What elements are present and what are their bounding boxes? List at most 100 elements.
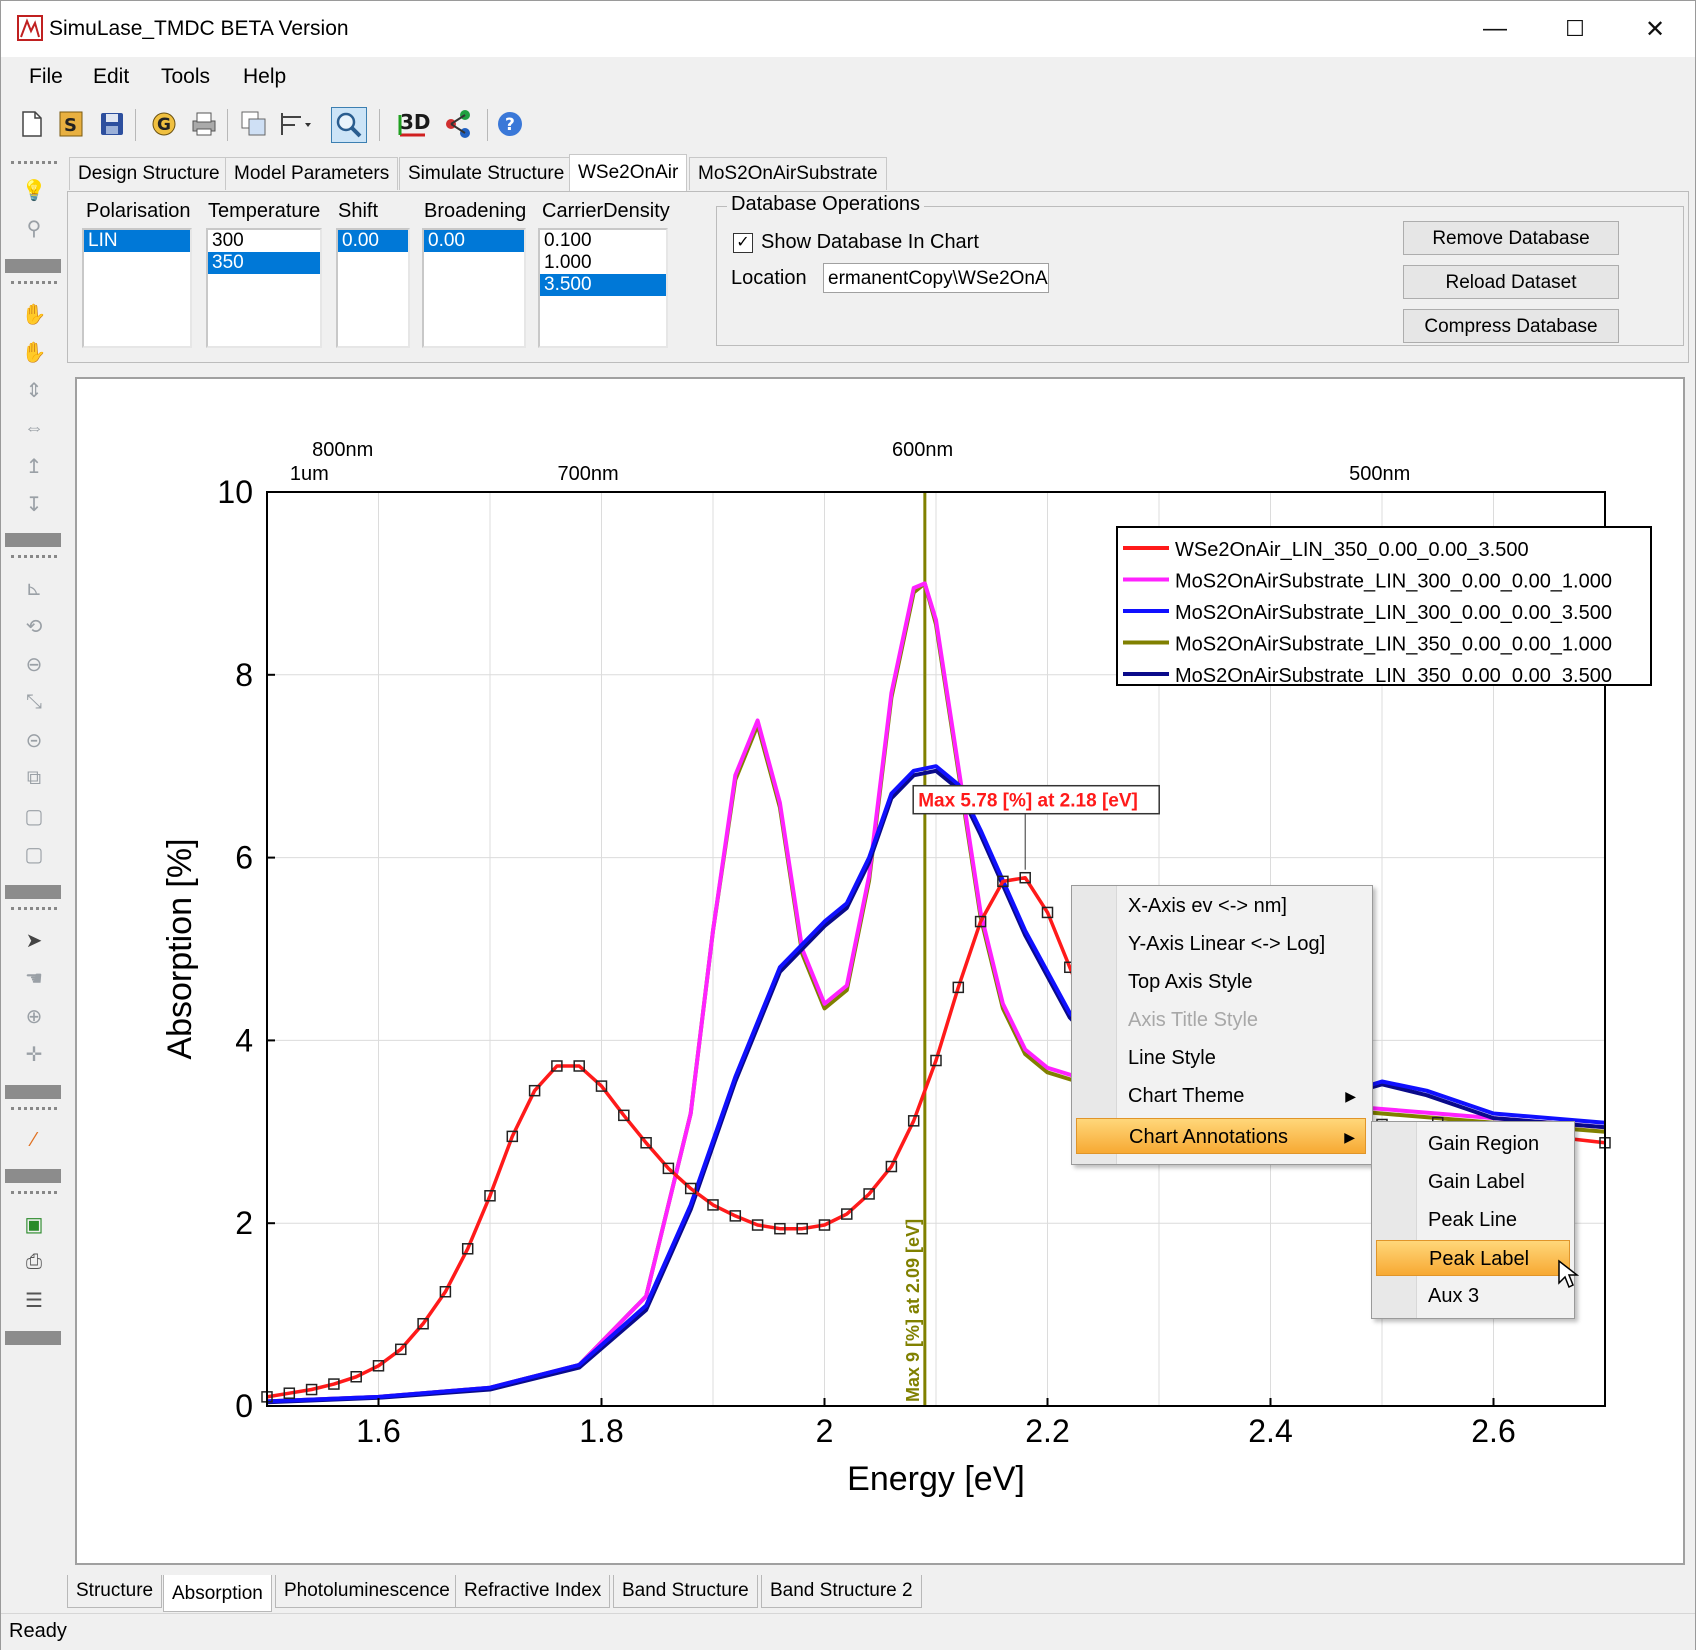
frame-icon[interactable]: ▢ [19, 801, 49, 831]
share-icon[interactable] [441, 107, 475, 141]
stretch-up-icon[interactable]: ↥ [19, 451, 49, 481]
tab-absorption[interactable]: Absorption [163, 1575, 272, 1612]
toolbar-grip [11, 555, 57, 562]
list-item[interactable]: 0.00 [424, 230, 524, 252]
top-axis-label: 500nm [1349, 463, 1410, 485]
tab-structure[interactable]: Structure [67, 1575, 163, 1608]
toolbar-separator [5, 1085, 61, 1099]
zoom-in-icon[interactable]: ⊕ [19, 1001, 49, 1031]
menu-item-line-style[interactable]: Line Style [1076, 1040, 1366, 1076]
compress-database-button[interactable]: Compress Database [1403, 309, 1619, 343]
legend-entry[interactable]: MoS2OnAirSubstrate_LIN_300_0.00_0.00_1.0… [1175, 571, 1612, 593]
line-style-icon[interactable]: ⁄ [19, 1125, 49, 1155]
scale-horizontal-icon[interactable]: ⇔ [19, 413, 49, 443]
hand-icon[interactable]: ☚ [19, 963, 49, 993]
close-button[interactable]: ✕ [1615, 1, 1695, 57]
menu-item-top-axis-style[interactable]: Top Axis Style [1076, 964, 1366, 1000]
list-item[interactable]: 3.500 [540, 274, 666, 296]
print-icon[interactable] [187, 107, 221, 141]
tab-photoluminescence[interactable]: Photoluminescence [275, 1575, 459, 1608]
remove-database-button[interactable]: Remove Database [1403, 221, 1619, 255]
chart-canvas[interactable]: Max 9 [%] at 2.09 [eV] 1.6 1.8 2 2.2 2.4 2.6 0… [77, 379, 1683, 1563]
menu-item-peak-label[interactable]: Peak Label [1376, 1240, 1570, 1276]
pin-icon[interactable]: ⚲ [19, 213, 49, 243]
list-item[interactable]: 1.000 [540, 252, 666, 274]
minimize-button[interactable]: — [1455, 1, 1535, 57]
axis-x-icon[interactable]: ⤡ [19, 687, 49, 717]
axis-settings-icon[interactable] [277, 107, 311, 141]
copy-icon[interactable]: ⧉ [19, 763, 49, 793]
image-icon[interactable]: ▣ [19, 1209, 49, 1239]
stretch-down-icon[interactable]: ↧ [19, 489, 49, 519]
menu-item-aux-3[interactable]: Aux 3 [1376, 1278, 1570, 1314]
menu-edit[interactable]: Edit [93, 65, 129, 89]
legend-entry[interactable]: MoS2OnAirSubstrate_LIN_350_0.00_0.00_1.0… [1175, 634, 1612, 656]
list-item[interactable]: 0.100 [540, 230, 666, 252]
light-bulb-icon[interactable]: 💡 [19, 175, 49, 205]
scale-vertical-icon[interactable]: ⇕ [19, 375, 49, 405]
menu-file[interactable]: File [29, 65, 63, 89]
polarisation-list[interactable]: LIN [82, 228, 192, 348]
rotate-left-icon[interactable]: ✋ [19, 299, 49, 329]
location-field[interactable]: ermanentCopy\WSe2OnAir [823, 263, 1049, 293]
list-item[interactable]: 300 [208, 230, 320, 252]
tab-simulate-structure[interactable]: Simulate Structure [399, 157, 574, 190]
new-document-icon[interactable] [15, 107, 49, 141]
tab-refractive-index[interactable]: Refractive Index [455, 1575, 611, 1608]
legend-entry[interactable]: WSe2OnAir_LIN_350_0.00_0.00_3.500 [1175, 539, 1529, 561]
box-dropdown-icon[interactable]: ▢ [19, 839, 49, 869]
menu-item-gain-label[interactable]: Gain Label [1376, 1164, 1570, 1200]
list-item[interactable]: 0.00 [338, 230, 408, 252]
calculate-icon[interactable]: G [147, 107, 181, 141]
tab-band-structure[interactable]: Band Structure [613, 1575, 758, 1608]
temperature-list[interactable]: 300 350 [206, 228, 322, 348]
document-icon[interactable]: ☰ [19, 1285, 49, 1315]
y-tick-label: 8 [235, 657, 253, 693]
broadening-list[interactable]: 0.00 [422, 228, 526, 348]
tab-band-structure-2[interactable]: Band Structure 2 [761, 1575, 922, 1608]
menu-item-gain-region[interactable]: Gain Region [1376, 1126, 1570, 1162]
save-as-icon[interactable]: S [55, 107, 89, 141]
carrier-density-list[interactable]: 0.100 1.000 3.500 [538, 228, 668, 348]
legend-entry[interactable]: MoS2OnAirSubstrate_LIN_350_0.00_0.00_3.5… [1175, 665, 1612, 687]
list-item[interactable]: 350 [208, 252, 320, 274]
toolbar-separator [5, 1169, 61, 1183]
menu-help[interactable]: Help [243, 65, 286, 89]
y-axis-title: Absorption [%] [161, 838, 199, 1059]
reload-dataset-button[interactable]: Reload Dataset [1403, 265, 1619, 299]
x-axis-title: Energy [eV] [847, 1460, 1025, 1498]
3d-axis-icon[interactable]: ⊾ [19, 573, 49, 603]
menu-item-chart-annotations[interactable]: Chart Annotations ▶ [1076, 1118, 1366, 1154]
menu-item-x-axis-toggle[interactable]: X-Axis ev <-> nm] [1076, 888, 1366, 924]
crosshair-icon[interactable]: ✛ [19, 1039, 49, 1069]
shift-list[interactable]: 0.00 [336, 228, 410, 348]
tab-mos2onairsubstrate[interactable]: MoS2OnAirSubstrate [689, 157, 887, 190]
tab-design-structure[interactable]: Design Structure [69, 157, 229, 190]
show-database-checkbox[interactable]: ✓ [733, 233, 753, 253]
export-icon[interactable]: ⎙ [19, 1247, 49, 1277]
mouse-cursor-icon [1558, 1259, 1579, 1289]
menu-item-y-axis-toggle[interactable]: Y-Axis Linear <-> Log] [1076, 926, 1366, 962]
menu-item-peak-line[interactable]: Peak Line [1376, 1202, 1570, 1238]
zoom-out-icon[interactable]: ⊝ [19, 725, 49, 755]
save-icon[interactable] [95, 107, 129, 141]
list-item[interactable]: LIN [84, 230, 190, 252]
copy-image-icon[interactable] [237, 107, 271, 141]
maximize-button[interactable]: ☐ [1535, 1, 1615, 57]
menu-tools[interactable]: Tools [161, 65, 210, 89]
zoom-icon[interactable] [331, 107, 367, 143]
tab-model-parameters[interactable]: Model Parameters [225, 157, 399, 190]
submenu-arrow-icon: ▶ [1345, 1088, 1356, 1104]
elevation-icon[interactable]: ⊖ [19, 649, 49, 679]
status-text: Ready [9, 1620, 67, 1642]
pointer-icon[interactable]: ➤ [19, 925, 49, 955]
menu-item-chart-theme[interactable]: Chart Theme ▶ [1076, 1078, 1366, 1114]
tab-wse2onair[interactable]: WSe2OnAir [569, 154, 688, 191]
rotate-right-icon[interactable]: ✋ [19, 337, 49, 367]
legend-entry[interactable]: MoS2OnAirSubstrate_LIN_300_0.00_0.00_3.5… [1175, 602, 1612, 624]
absorption-chart[interactable]: Max 9 [%] at 2.09 [eV] 1.6 1.8 2 2.2 2.4 2.6 0… [75, 377, 1685, 1565]
3d-view-icon[interactable]: 3D [397, 107, 431, 141]
help-icon[interactable]: ? [493, 107, 527, 141]
rotate-3d-icon[interactable]: ⟲ [19, 611, 49, 641]
chart-legend[interactable]: WSe2OnAir_LIN_350_0.00_0.00_3.500 MoS2OnA… [1116, 526, 1652, 687]
